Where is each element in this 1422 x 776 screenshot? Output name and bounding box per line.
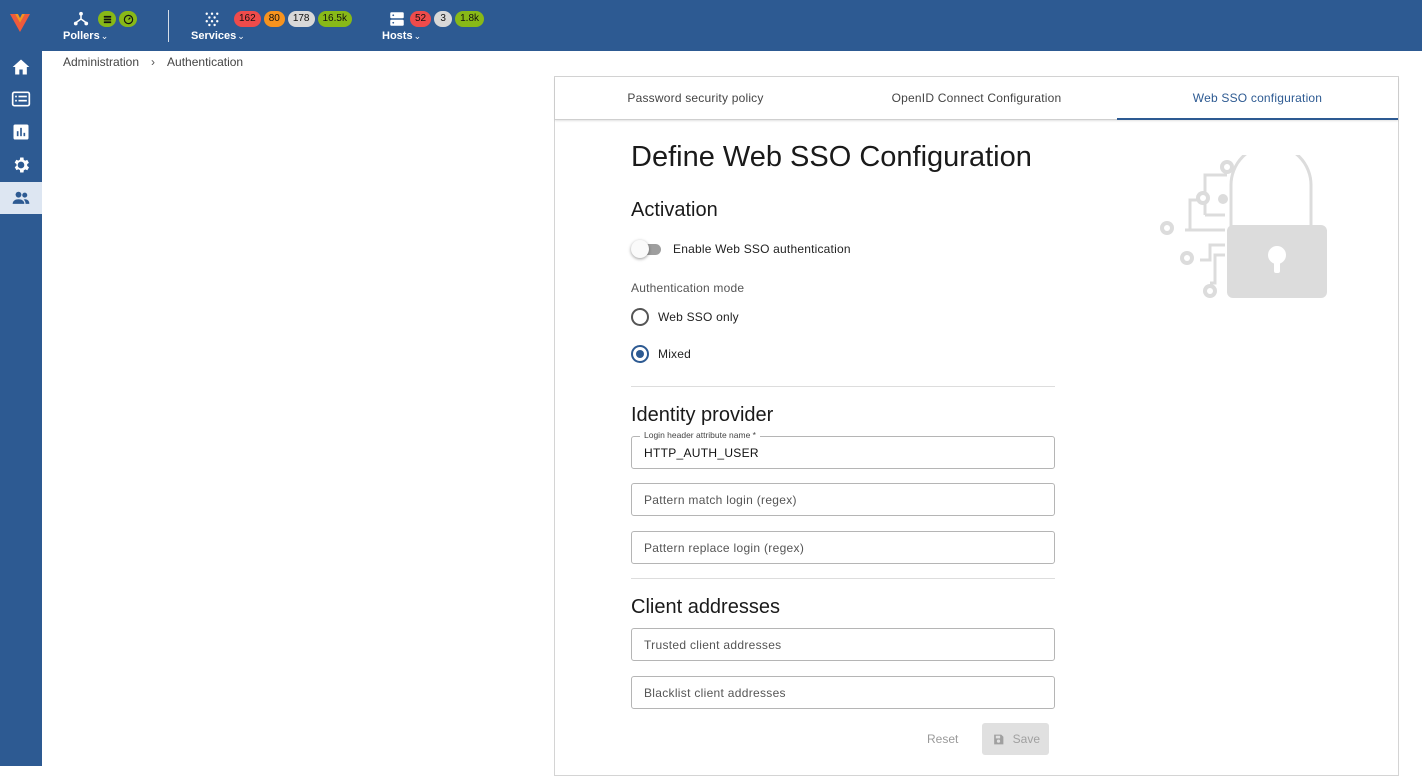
hosts-group: 52 3 1.8k Hosts⌄	[382, 8, 502, 44]
breadcrumb: Administration › Authentication	[63, 55, 243, 69]
breadcrumb-authentication[interactable]: Authentication	[167, 55, 243, 69]
pattern-match-login-input[interactable]	[632, 484, 1054, 515]
database-status-icon[interactable]	[98, 11, 116, 27]
top-header: Pollers⌄ 162 80 178 16.5k Services⌄ 52 3…	[42, 0, 1422, 51]
server-icon	[390, 12, 404, 26]
chevron-right-icon: ›	[151, 55, 156, 69]
trusted-client-addresses-input[interactable]	[632, 629, 1054, 660]
radio-web-sso-only[interactable]: Web SSO only	[631, 306, 739, 328]
radio-label: Web SSO only	[658, 310, 739, 324]
save-icon	[993, 734, 1004, 744]
section-divider	[631, 578, 1055, 579]
save-button[interactable]: Save	[982, 723, 1050, 755]
breadcrumb-administration[interactable]: Administration	[63, 55, 139, 69]
client-addresses-heading: Client addresses	[631, 596, 780, 618]
monitoring-nav-item[interactable]	[0, 83, 42, 115]
form-actions: Reset Save	[927, 723, 1050, 755]
hosts-up-badge[interactable]: 1.8k	[455, 11, 485, 27]
enable-web-sso-toggle[interactable]	[631, 239, 663, 259]
configuration-nav-item[interactable]	[0, 149, 42, 181]
authentication-mode-label: Authentication mode	[631, 281, 745, 295]
tab-password-security-policy[interactable]: Password security policy	[555, 77, 836, 119]
header-divider	[168, 10, 169, 42]
tab-bar: Password security policy OpenID Connect …	[555, 77, 1398, 120]
section-divider	[631, 386, 1055, 387]
list-icon	[11, 91, 31, 107]
users-icon	[12, 191, 30, 204]
pollers-label[interactable]: Pollers⌄	[63, 30, 108, 42]
activation-heading: Activation	[631, 199, 718, 221]
identity-provider-heading: Identity provider	[631, 404, 774, 426]
pattern-replace-login-input[interactable]	[632, 532, 1054, 563]
services-icon	[205, 12, 219, 27]
reporting-nav-item[interactable]	[0, 116, 42, 148]
administration-nav-item[interactable]	[0, 182, 42, 214]
hosts-unreachable-badge[interactable]: 3	[434, 11, 453, 27]
pollers-group: Pollers⌄	[63, 8, 143, 44]
services-group: 162 80 178 16.5k Services⌄	[191, 8, 371, 44]
enable-web-sso-label: Enable Web SSO authentication	[673, 242, 851, 256]
latency-status-icon[interactable]	[119, 11, 137, 27]
hosts-down-badge[interactable]: 52	[410, 11, 432, 27]
tab-openid-connect-configuration[interactable]: OpenID Connect Configuration	[836, 77, 1117, 119]
services-label[interactable]: Services⌄	[191, 30, 245, 42]
blacklist-client-addresses-input[interactable]	[632, 677, 1054, 708]
login-header-attribute-field[interactable]: Login header attribute name *	[631, 430, 1055, 469]
hosts-label[interactable]: Hosts⌄	[382, 30, 421, 42]
page-title: Define Web SSO Configuration	[631, 141, 1032, 173]
login-header-attribute-input[interactable]	[632, 437, 1054, 468]
sidebar	[0, 0, 42, 766]
security-lock-illustration	[1160, 155, 1327, 298]
login-header-attribute-label: Login header attribute name *	[640, 430, 760, 440]
pattern-match-login-field[interactable]	[631, 483, 1055, 516]
pollers-icon	[73, 11, 89, 26]
services-warning-badge[interactable]: 80	[263, 11, 285, 27]
save-button-label: Save	[1012, 732, 1041, 746]
home-nav-item[interactable]	[0, 51, 42, 83]
radio-label: Mixed	[658, 347, 692, 361]
bar-chart-icon	[13, 124, 29, 140]
services-menu[interactable]	[194, 10, 230, 28]
pollers-menu[interactable]	[63, 10, 99, 28]
services-ok-badge[interactable]: 16.5k	[317, 11, 352, 27]
services-unknown-badge[interactable]: 178	[287, 11, 315, 27]
home-icon	[12, 59, 30, 75]
gear-icon	[14, 157, 30, 173]
services-critical-badge[interactable]: 162	[234, 11, 261, 27]
radio-button-checked[interactable]	[631, 345, 649, 363]
pattern-replace-login-field[interactable]	[631, 531, 1055, 564]
tab-web-sso-configuration[interactable]: Web SSO configuration	[1117, 77, 1398, 120]
authentication-panel: Password security policy OpenID Connect …	[554, 76, 1399, 776]
radio-mixed[interactable]: Mixed	[631, 343, 691, 365]
trusted-client-addresses-field[interactable]	[631, 628, 1055, 661]
blacklist-client-addresses-field[interactable]	[631, 676, 1055, 709]
app-logo[interactable]	[8, 10, 32, 34]
radio-button[interactable]	[631, 308, 649, 326]
reset-button[interactable]: Reset	[927, 732, 958, 746]
